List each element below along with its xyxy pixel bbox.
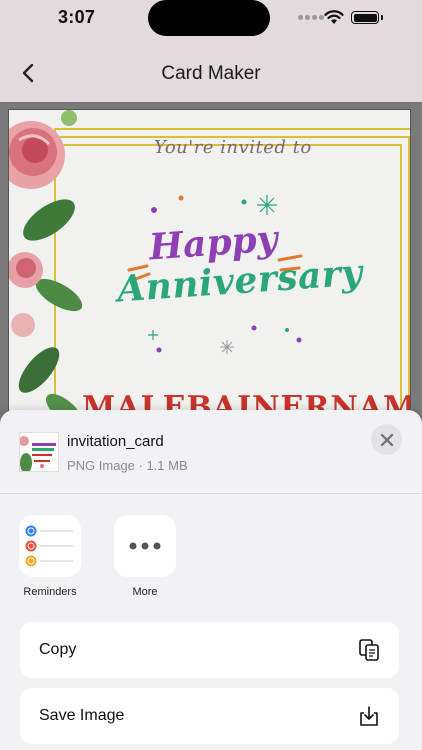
save-image-action[interactable]: Save Image bbox=[20, 688, 399, 744]
page-title: Card Maker bbox=[161, 63, 261, 84]
file-thumbnail bbox=[19, 432, 59, 472]
card-preview-area: You're invited to Happy Anniversary MALE… bbox=[0, 102, 422, 439]
status-bar: 3:07 bbox=[0, 0, 422, 44]
file-name: invitation_card bbox=[67, 433, 164, 450]
reminders-app-button[interactable] bbox=[19, 515, 81, 577]
app-label-reminders: Reminders bbox=[23, 586, 77, 598]
copy-icon bbox=[359, 639, 379, 661]
copy-action[interactable]: Copy bbox=[20, 622, 399, 678]
app-label-more: More bbox=[132, 586, 158, 598]
more-apps-button[interactable] bbox=[114, 515, 176, 577]
more-icon bbox=[129, 542, 161, 550]
file-meta: PNG Image · 1.1 MB bbox=[67, 458, 188, 473]
status-time: 3:07 bbox=[58, 7, 96, 27]
dynamic-island bbox=[148, 0, 270, 36]
cellular-icon bbox=[298, 15, 324, 20]
divider bbox=[0, 493, 422, 494]
rose-decoration bbox=[9, 110, 83, 438]
copy-action-label: Copy bbox=[39, 641, 77, 658]
battery-tip bbox=[381, 15, 383, 20]
battery-fill bbox=[353, 13, 377, 22]
close-button[interactable] bbox=[371, 424, 402, 455]
status-icons bbox=[298, 9, 388, 27]
card-preview: You're invited to Happy Anniversary MALE… bbox=[8, 109, 411, 439]
save-image-icon bbox=[360, 706, 378, 726]
save-image-action-label: Save Image bbox=[39, 707, 125, 724]
invitation-subtitle: You're invited to bbox=[154, 137, 312, 158]
share-sheet: invitation_card PNG Image · 1.1 MB Remin… bbox=[0, 410, 422, 750]
nav-bar: Card Maker bbox=[0, 44, 422, 102]
close-icon bbox=[380, 433, 393, 446]
wifi-icon bbox=[324, 10, 344, 24]
battery-icon bbox=[351, 11, 379, 24]
reminders-icon bbox=[25, 525, 73, 567]
